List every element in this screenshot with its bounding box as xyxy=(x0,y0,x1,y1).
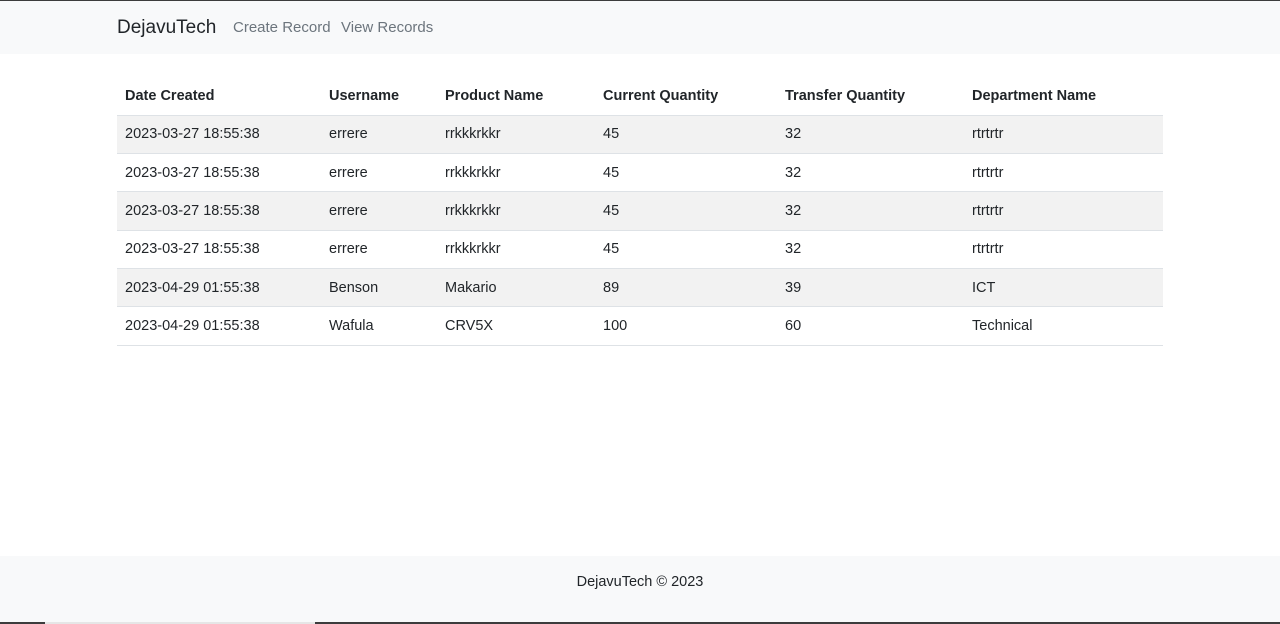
cell-username: errere xyxy=(321,114,437,154)
cell-current-quantity: 45 xyxy=(595,114,777,154)
table-body: 2023-03-27 18:55:38 errere rrkkkrkkr 45 … xyxy=(117,114,1163,346)
header-transfer-quantity: Transfer Quantity xyxy=(785,87,906,104)
footer-copyright: DejavuTech © 2023 xyxy=(576,574,704,590)
footer: DejavuTech © 2023 xyxy=(0,556,1280,624)
table-row: 2023-03-27 18:55:38 errere rrkkkrkkr 45 … xyxy=(117,114,1163,154)
cell-username: Wafula xyxy=(321,306,437,346)
table-header: Date Created Username Product Name Curre… xyxy=(117,77,1163,115)
cell-transfer-quantity: 32 xyxy=(777,114,964,154)
cell-product-name: Makario xyxy=(437,268,595,307)
cell-transfer-quantity: 32 xyxy=(777,191,964,231)
cell-department-name: rtrtrtr xyxy=(964,191,1163,231)
table-row: 2023-04-29 01:55:38 Benson Makario 89 39… xyxy=(117,268,1163,307)
table-row: 2023-04-29 01:55:38 Wafula CRV5X 100 60 … xyxy=(117,306,1163,346)
header-username: Username xyxy=(329,87,400,104)
page: DejavuTech Create Record View Records Da… xyxy=(0,0,1280,624)
cell-product-name: CRV5X xyxy=(437,306,595,346)
table-header-row: Date Created Username Product Name Curre… xyxy=(117,77,1163,115)
cell-username: errere xyxy=(321,152,437,192)
cell-date-created: 2023-03-27 18:55:38 xyxy=(117,114,321,154)
cell-department-name: ICT xyxy=(964,268,1163,307)
cell-date-created: 2023-04-29 01:55:38 xyxy=(117,306,321,346)
cell-date-created: 2023-03-27 18:55:38 xyxy=(117,191,321,231)
cell-product-name: rrkkkrkkr xyxy=(437,191,595,231)
cell-username: errere xyxy=(321,191,437,231)
cell-username: Benson xyxy=(321,268,437,307)
navbar: DejavuTech Create Record View Records xyxy=(0,1,1280,54)
cell-current-quantity: 100 xyxy=(595,306,777,346)
cell-username: errere xyxy=(321,229,437,269)
cell-date-created: 2023-04-29 01:55:38 xyxy=(117,268,321,307)
cell-department-name: rtrtrtr xyxy=(964,229,1163,269)
cell-product-name: rrkkkrkkr xyxy=(437,114,595,154)
cell-transfer-quantity: 39 xyxy=(777,268,964,307)
cell-current-quantity: 45 xyxy=(595,229,777,269)
header-current-quantity: Current Quantity xyxy=(603,87,719,104)
cell-date-created: 2023-03-27 18:55:38 xyxy=(117,229,321,269)
records-table: Date Created Username Product Name Curre… xyxy=(117,77,1163,346)
header-department-name: Department Name xyxy=(972,87,1097,104)
cell-current-quantity: 45 xyxy=(595,191,777,231)
table-row: 2023-03-27 18:55:38 errere rrkkkrkkr 45 … xyxy=(117,152,1163,192)
cell-current-quantity: 45 xyxy=(595,152,777,192)
cell-product-name: rrkkkrkkr xyxy=(437,152,595,192)
cell-department-name: rtrtrtr xyxy=(964,114,1163,154)
cell-product-name: rrkkkrkkr xyxy=(437,229,595,269)
cell-transfer-quantity: 60 xyxy=(777,306,964,346)
nav-link-view-records[interactable]: View Records xyxy=(341,19,433,36)
nav-link-create-record[interactable]: Create Record xyxy=(233,19,331,36)
cell-transfer-quantity: 32 xyxy=(777,152,964,192)
cell-date-created: 2023-03-27 18:55:38 xyxy=(117,152,321,192)
cell-current-quantity: 89 xyxy=(595,268,777,307)
table-row: 2023-03-27 18:55:38 errere rrkkkrkkr 45 … xyxy=(117,191,1163,231)
header-date-created: Date Created xyxy=(125,87,215,104)
cell-transfer-quantity: 32 xyxy=(777,229,964,269)
cell-department-name: Technical xyxy=(964,306,1163,346)
header-product-name: Product Name xyxy=(445,87,544,104)
brand-link[interactable]: DejavuTech xyxy=(117,17,216,39)
records-table-container: Date Created Username Product Name Curre… xyxy=(117,77,1163,346)
table-row: 2023-03-27 18:55:38 errere rrkkkrkkr 45 … xyxy=(117,229,1163,269)
cell-department-name: rtrtrtr xyxy=(964,152,1163,192)
